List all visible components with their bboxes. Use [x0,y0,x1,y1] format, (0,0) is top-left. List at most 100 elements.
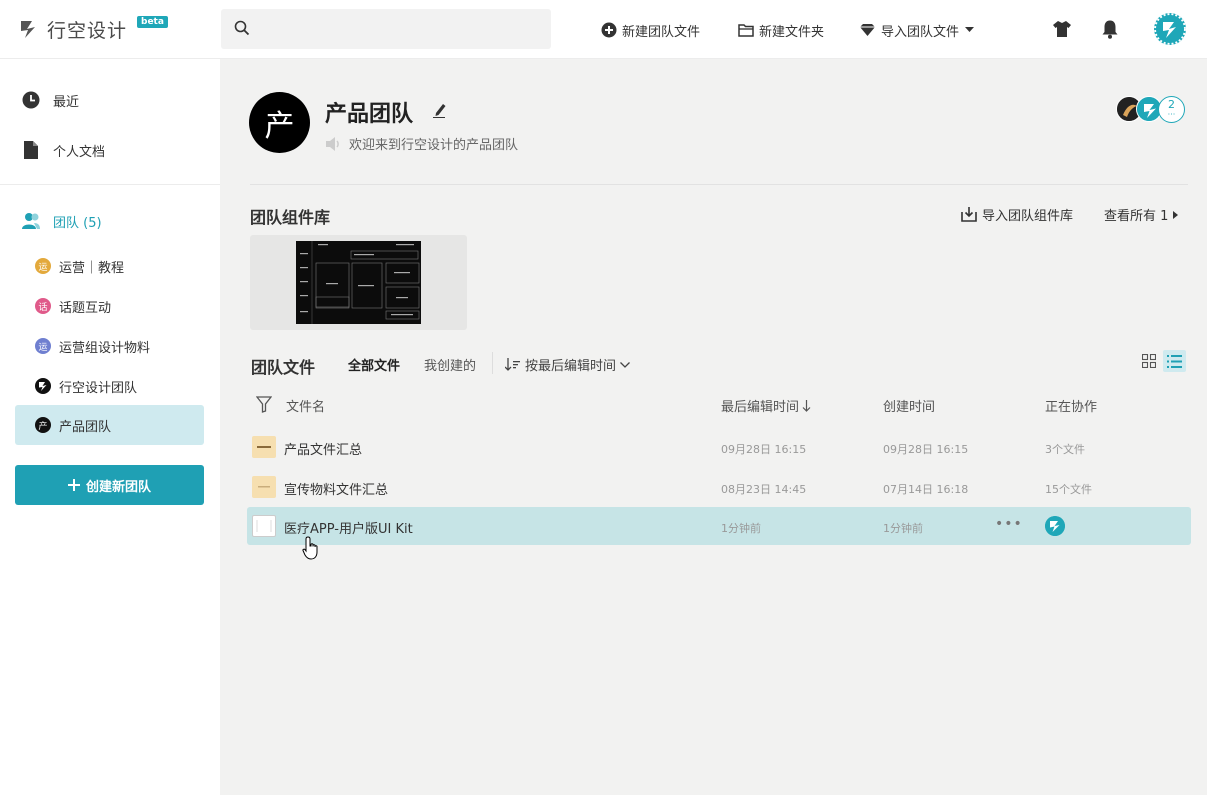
team-label: 运营组设计物料 [59,340,151,356]
document-icon [21,140,41,160]
team-icon [21,211,41,231]
team-badge-icon: 运 [35,258,51,274]
user-avatar[interactable] [1154,13,1186,45]
team-title: 产品团队 [325,102,414,127]
library-thumbnail [296,241,421,324]
folder-thumbnail-icon [252,476,276,498]
new-folder-label: 新建文件夹 [759,24,825,40]
plus-circle-icon [601,22,617,38]
edit-pencil-icon[interactable] [433,102,447,118]
top-bar: 行空设计 beta 新建团队文件 新建文件夹 导入团队文件 [0,0,1207,59]
welcome-text: 欢迎来到行空设计的产品团队 [349,138,519,153]
file-collab: 3个文件 [1045,443,1085,456]
new-folder-button[interactable]: 新建文件夹 [738,19,824,41]
team-item-design-team[interactable]: 行空设计团队 [15,366,204,406]
more-options-icon[interactable]: ••• [995,516,1023,532]
file-edited-time: 1分钟前 [721,522,761,535]
team-label: 运营｜教程 [59,260,125,276]
create-team-label: 创建新团队 [85,479,151,495]
folder-icon [738,24,754,37]
sort-icon [505,358,520,371]
clock-icon [21,90,41,110]
team-badge-icon: 产 [35,417,51,433]
files-title: 团队文件 [251,358,316,377]
app-logo[interactable]: 行空设计 beta [18,14,168,44]
file-edited-time: 09月28日 16:15 [721,443,807,456]
team-item-ops-tutorial[interactable]: 运 运营｜教程 [15,246,204,286]
team-welcome: 欢迎来到行空设计的产品团队 [325,134,518,153]
new-team-file-button[interactable]: 新建团队文件 [601,19,700,41]
header-divider [250,184,1188,185]
caret-right-icon [1173,210,1179,219]
team-item-ops-design[interactable]: 运 运营组设计物料 [15,326,204,366]
column-header-edited[interactable]: 最后编辑时间 [721,396,811,415]
shirt-icon[interactable] [1051,18,1073,40]
sidebar: 最近 个人文档 团队 (5) 运 运营｜教程 话 话题互动 运 运营组设计物料 … [0,59,220,795]
ellipsis-icon: ··· [1167,109,1176,119]
grid-icon [1142,354,1156,368]
sort-label: 按最后编辑时间 [525,359,617,374]
search-input[interactable] [261,17,541,41]
team-item-product-team[interactable]: 产 产品团队 [15,405,204,445]
collaborator-avatar [1045,516,1065,536]
search-box[interactable] [221,9,551,49]
more-members-button[interactable]: 2 ··· [1158,96,1185,123]
new-team-file-label: 新建团队文件 [622,24,701,40]
file-name: 宣传物料文件汇总 [284,483,389,498]
sidebar-item-personal-docs[interactable]: 个人文档 [15,130,204,170]
file-row[interactable]: 医疗APP-用户版UI Kit 1分钟前 1分钟前 ••• [247,507,1191,545]
grid-view-button[interactable] [1139,351,1159,371]
file-row[interactable]: 宣传物料文件汇总 08月23日 14:45 07月14日 16:18 15个文件 [247,468,1191,506]
team-badge-icon: 运 [35,338,51,354]
column-header-edited-label: 最后编辑时间 [721,400,800,415]
arrow-down-icon [802,399,811,412]
create-team-button[interactable]: 创建新团队 [15,465,204,505]
speaker-icon [326,136,339,151]
view-all-label: 查看所有 1 [1104,209,1169,224]
sidebar-item-label: 团队 (5) [53,215,102,231]
bell-icon[interactable] [1099,18,1121,40]
import-icon [961,207,977,222]
import-gem-icon [860,24,875,36]
folder-thumbnail-icon [252,436,276,458]
sidebar-item-label: 最近 [53,94,80,110]
sidebar-item-label: 个人文档 [53,144,106,160]
file-thumbnail-icon [252,515,276,537]
library-title: 团队组件库 [250,208,331,227]
main-content: 产 产品团队 欢迎来到行空设计的产品团队 2 ··· 团队组件库 导入团队组件库… [220,59,1207,795]
tab-my-files[interactable]: 我创建的 [424,355,476,374]
plus-icon [67,479,80,491]
team-avatar: 产 [249,92,310,153]
member-avatars[interactable]: 2 ··· [1116,96,1196,123]
file-created-time: 07月14日 16:18 [883,483,969,496]
team-label: 产品团队 [59,419,112,435]
team-label: 话题互动 [59,300,112,316]
file-row[interactable]: 产品文件汇总 09月28日 16:15 09月28日 16:15 3个文件 [247,428,1191,466]
import-team-file-label: 导入团队文件 [881,24,960,40]
list-icon [1167,354,1182,368]
list-view-button[interactable] [1163,350,1186,372]
logo-icon [21,21,35,38]
column-header-name[interactable]: 文件名 [286,396,325,415]
search-icon [234,20,250,36]
sidebar-item-teams[interactable]: 团队 (5) [15,201,204,241]
team-badge-icon: 话 [35,298,51,314]
sidebar-item-recent[interactable]: 最近 [15,80,204,120]
tab-all-files[interactable]: 全部文件 [348,355,400,374]
import-library-label: 导入团队组件库 [982,209,1074,224]
team-item-topic[interactable]: 话 话题互动 [15,286,204,326]
caret-down-icon [965,27,975,32]
filter-icon[interactable] [256,396,272,413]
file-edited-time: 08月23日 14:45 [721,483,807,496]
file-name: 医疗APP-用户版UI Kit [284,522,413,537]
import-team-file-button[interactable]: 导入团队文件 [859,19,975,41]
library-card[interactable] [250,235,467,330]
view-all-library-link[interactable]: 查看所有 1 [1104,205,1179,224]
chevron-down-icon [620,361,630,368]
import-library-button[interactable]: 导入团队组件库 [961,205,1073,224]
column-header-created[interactable]: 创建时间 [883,396,935,415]
file-created-time: 1分钟前 [883,522,923,535]
tab-separator [492,352,493,374]
sort-dropdown[interactable]: 按最后编辑时间 [505,355,630,374]
file-name: 产品文件汇总 [284,443,363,458]
